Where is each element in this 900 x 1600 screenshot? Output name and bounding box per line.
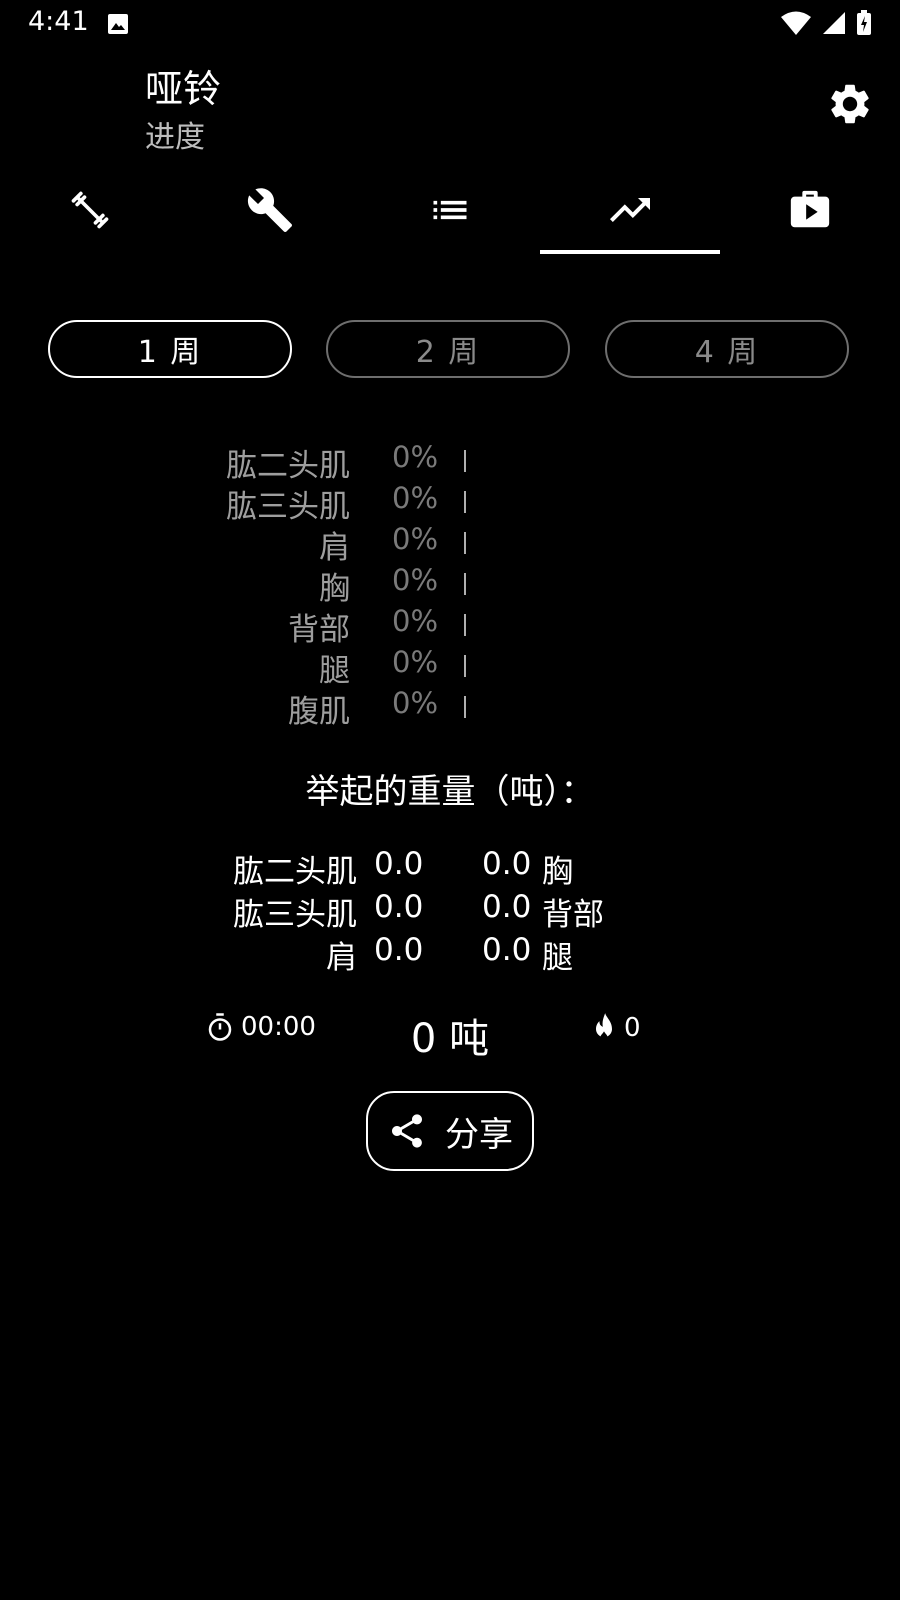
muscle-row: 肱三头肌 0% [0,481,900,525]
total-weight: 0 吨 [410,1016,490,1062]
muscle-bar [464,532,466,554]
muscle-name: 腹肌 [288,694,350,730]
muscle-percent: 0% [392,686,439,720]
page-title: 哑铃 [145,67,222,111]
weight-left-value: 0.0 [374,846,424,882]
image-notification-icon [106,12,130,40]
muscle-bar [464,450,466,472]
share-button[interactable]: 分享 [366,1091,534,1171]
tab-indicator [540,250,720,254]
tab-tools[interactable] [180,170,360,250]
muscle-bar [464,573,466,595]
muscle-percent: 0% [392,563,439,597]
video-library-icon [790,190,830,228]
calories-value: 0 [624,1013,641,1043]
wrench-icon [247,188,292,232]
muscle-percent: 0% [392,440,439,474]
weight-right-name: 腿 [542,940,573,976]
muscle-bar [464,655,466,677]
muscle-name: 胸 [319,571,350,607]
share-icon [392,1114,422,1148]
muscle-percent: 0% [392,481,439,515]
muscle-row: 背部 0% [0,604,900,648]
muscle-name: 肱二头肌 [226,448,350,484]
weight-left-name: 肱三头肌 [233,897,357,933]
weight-right-name: 胸 [542,854,573,890]
wifi-icon [780,10,812,40]
weight-right-name: 背部 [542,897,604,933]
muscle-bar [464,614,466,636]
muscle-row: 胸 0% [0,563,900,607]
weight-row: 肱三头肌 0.0 0.0 背部 [0,889,900,933]
flame-icon [596,1013,612,1041]
muscle-percent: 0% [392,645,439,679]
weight-left-value: 0.0 [374,932,424,968]
weight-row: 肩 0.0 0.0 腿 [0,932,900,976]
muscle-percent: 0% [392,604,439,638]
dumbbell-icon [71,191,109,229]
tab-progress[interactable] [540,170,720,250]
weight-left-name: 肱二头肌 [233,854,357,890]
period-4-week-button[interactable]: 4 周 [605,320,849,378]
weight-right-value: 0.0 [482,889,532,925]
muscle-name: 腿 [319,653,350,689]
tab-list[interactable] [360,170,540,250]
tab-videos[interactable] [720,170,900,250]
signal-icon [822,11,846,39]
list-icon [433,200,467,220]
muscle-bar [464,491,466,513]
share-label: 分享 [445,1114,513,1155]
weight-left-value: 0.0 [374,889,424,925]
weight-row: 肱二头肌 0.0 0.0 胸 [0,846,900,890]
weight-right-value: 0.0 [482,846,532,882]
gear-icon [831,84,869,124]
muscle-row: 腹肌 0% [0,686,900,730]
muscle-name: 肱三头肌 [226,489,350,525]
weight-right-value: 0.0 [482,932,532,968]
status-time: 4:41 [28,6,89,37]
tab-exercises[interactable] [0,170,180,250]
muscle-name: 肩 [319,530,350,566]
muscle-bar [464,696,466,718]
muscle-row: 肱二头肌 0% [0,440,900,484]
calories: 0 [590,1012,641,1044]
period-2-week-button[interactable]: 2 周 [326,320,570,378]
muscle-row: 腿 0% [0,645,900,689]
muscle-name: 背部 [288,612,350,648]
muscle-percent: 0% [392,522,439,556]
trending-up-icon [610,198,650,222]
status-icons [780,10,872,40]
battery-icon [856,10,872,40]
weight-left-name: 肩 [326,940,357,976]
page-subtitle: 进度 [145,120,205,155]
weight-heading: 举起的重量（吨）： [305,772,595,812]
settings-button[interactable] [826,80,874,128]
muscle-row: 肩 0% [0,522,900,566]
period-1-week-button[interactable]: 1 周 [48,320,292,378]
